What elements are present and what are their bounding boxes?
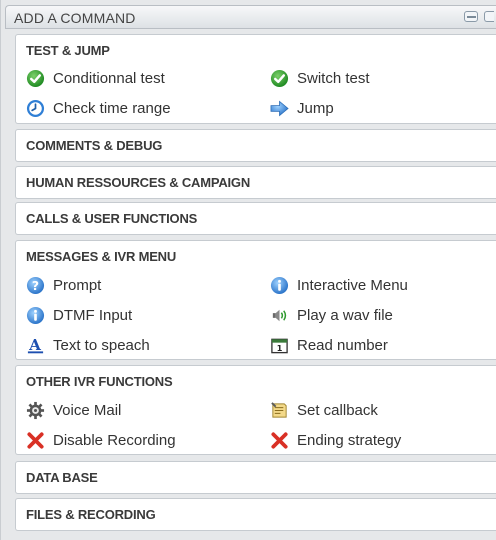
svg-text:A: A bbox=[28, 336, 41, 354]
item-label: Set callback bbox=[297, 401, 378, 419]
section-files-recording[interactable]: FILES & RECORDING bbox=[15, 498, 496, 531]
section-calls-user-functions[interactable]: CALLS & USER FUNCTIONS bbox=[15, 202, 496, 235]
item-label: Prompt bbox=[53, 276, 102, 294]
item-label: Ending strategy bbox=[297, 431, 402, 449]
play-wav-item[interactable]: Play a wav file bbox=[270, 304, 393, 326]
clock-icon bbox=[26, 99, 45, 118]
item-label: Read number bbox=[297, 336, 388, 354]
item-label: Jump bbox=[297, 99, 334, 117]
check-time-range-item[interactable]: Check time range bbox=[26, 97, 171, 119]
section-title: COMMENTS & DEBUG bbox=[26, 138, 163, 153]
set-callback-item[interactable]: Set callback bbox=[270, 399, 378, 421]
section-title: CALLS & USER FUNCTIONS bbox=[26, 211, 198, 226]
item-label: Disable Recording bbox=[53, 431, 176, 449]
red-x-icon bbox=[26, 431, 45, 450]
green-check-icon bbox=[26, 69, 45, 88]
section-human-resources[interactable]: HUMAN RESSOURCES & CAMPAIGN bbox=[15, 166, 496, 199]
item-label: Voice Mail bbox=[53, 401, 122, 419]
section-title[interactable]: MESSAGES & IVR MENU bbox=[26, 249, 176, 264]
item-label: Play a wav file bbox=[297, 306, 393, 324]
item-label: DTMF Input bbox=[53, 306, 133, 324]
read-number-item[interactable]: 1 Read number bbox=[270, 334, 388, 356]
info-icon bbox=[270, 276, 289, 295]
add-command-panel: ADD A COMMAND TEST & JUMP Conditionnal t… bbox=[0, 0, 496, 540]
green-check-icon bbox=[270, 69, 289, 88]
ending-strategy-item[interactable]: Ending strategy bbox=[270, 429, 401, 451]
section-data-base[interactable]: DATA BASE bbox=[15, 461, 496, 494]
section-title: HUMAN RESSOURCES & CAMPAIGN bbox=[26, 175, 251, 190]
jump-item[interactable]: Jump bbox=[270, 97, 334, 119]
item-label: Check time range bbox=[53, 99, 171, 117]
item-label: Text to speach bbox=[53, 336, 150, 354]
gear-icon bbox=[26, 401, 45, 420]
text-a-icon: A bbox=[26, 336, 45, 355]
text-to-speech-item[interactable]: A Text to speach bbox=[26, 334, 150, 356]
svg-text:?: ? bbox=[32, 279, 39, 293]
item-label: Interactive Menu bbox=[297, 276, 408, 294]
red-x-icon bbox=[270, 431, 289, 450]
svg-text:1: 1 bbox=[277, 343, 283, 352]
disable-recording-item[interactable]: Disable Recording bbox=[26, 429, 176, 451]
section-test-jump: TEST & JUMP Conditionnal test Switch tes… bbox=[15, 34, 496, 124]
item-label: Conditionnal test bbox=[53, 69, 165, 87]
section-comments-debug[interactable]: COMMENTS & DEBUG bbox=[15, 129, 496, 162]
switch-test-item[interactable]: Switch test bbox=[270, 67, 370, 89]
question-icon: ? bbox=[26, 276, 45, 295]
panel-title: ADD A COMMAND bbox=[14, 10, 136, 26]
note-icon bbox=[270, 401, 289, 420]
speaker-icon bbox=[270, 306, 289, 325]
panel-titlebar: ADD A COMMAND bbox=[5, 5, 496, 29]
dtmf-input-item[interactable]: DTMF Input bbox=[26, 304, 132, 326]
section-title[interactable]: TEST & JUMP bbox=[26, 43, 110, 58]
calendar-icon: 1 bbox=[270, 336, 289, 355]
blue-arrow-right-icon bbox=[270, 99, 289, 118]
section-messages-ivr: MESSAGES & IVR MENU ? Prompt Interactive… bbox=[15, 240, 496, 360]
interactive-menu-item[interactable]: Interactive Menu bbox=[270, 274, 408, 296]
section-title[interactable]: OTHER IVR FUNCTIONS bbox=[26, 374, 173, 389]
minimize-button[interactable] bbox=[464, 11, 478, 22]
section-other-ivr: OTHER IVR FUNCTIONS Voice Mail Set callb… bbox=[15, 365, 496, 455]
prompt-item[interactable]: ? Prompt bbox=[26, 274, 101, 296]
restore-button[interactable] bbox=[484, 11, 494, 22]
voice-mail-item[interactable]: Voice Mail bbox=[26, 399, 121, 421]
conditional-test-item[interactable]: Conditionnal test bbox=[26, 67, 165, 89]
section-title: FILES & RECORDING bbox=[26, 507, 156, 522]
section-title: DATA BASE bbox=[26, 470, 98, 485]
info-icon bbox=[26, 306, 45, 325]
item-label: Switch test bbox=[297, 69, 370, 87]
